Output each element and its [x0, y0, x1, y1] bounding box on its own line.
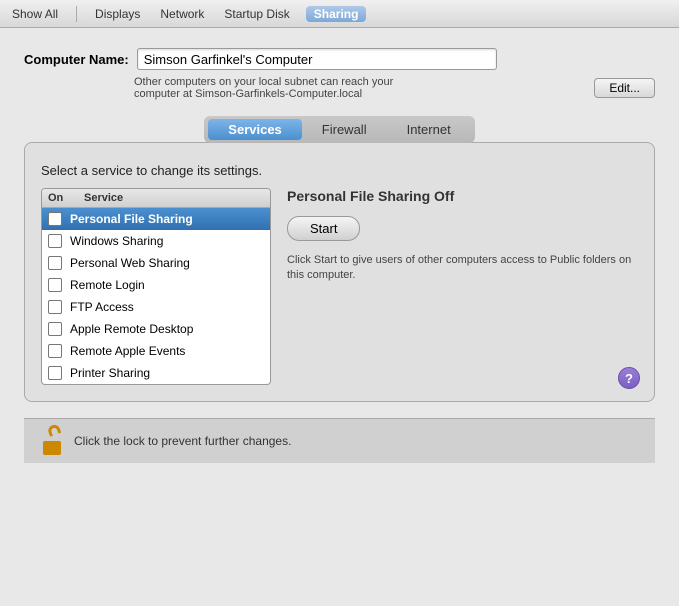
service-name-6: Remote Apple Events	[70, 344, 185, 358]
tab-bar: Services Firewall Internet	[204, 116, 474, 143]
lock-label: Click the lock to prevent further change…	[74, 434, 291, 448]
panel-instruction: Select a service to change its settings.	[41, 163, 638, 178]
edit-button[interactable]: Edit...	[594, 78, 655, 98]
services-list-container: On Service Personal File Sharing Windows…	[41, 188, 271, 385]
main-content: Computer Name: Other computers on your l…	[0, 28, 679, 606]
tab-panel-wrapper: Services Firewall Internet Select a serv…	[24, 116, 655, 402]
list-header: On Service	[42, 189, 270, 208]
start-button[interactable]: Start	[287, 216, 360, 241]
list-item[interactable]: Personal Web Sharing	[42, 252, 270, 274]
tab-internet[interactable]: Internet	[387, 119, 471, 140]
toolbar-separator-1	[76, 6, 77, 22]
list-item[interactable]: Remote Login	[42, 274, 270, 296]
list-item[interactable]: Personal File Sharing	[42, 208, 270, 230]
sharing-button[interactable]: Sharing	[306, 6, 367, 22]
service-name-4: FTP Access	[70, 300, 134, 314]
computer-name-label: Computer Name:	[24, 52, 129, 67]
tab-services[interactable]: Services	[208, 119, 302, 140]
service-checkbox-2[interactable]	[48, 256, 62, 270]
computer-name-row: Computer Name:	[24, 48, 655, 70]
displays-button[interactable]: Displays	[91, 6, 144, 22]
service-checkbox-7[interactable]	[48, 366, 62, 380]
service-name-3: Remote Login	[70, 278, 145, 292]
service-checkbox-5[interactable]	[48, 322, 62, 336]
network-button[interactable]: Network	[156, 6, 208, 22]
lock-shackle	[47, 423, 62, 437]
services-panel: Select a service to change its settings.…	[24, 142, 655, 402]
tab-firewall[interactable]: Firewall	[302, 119, 387, 140]
startup-disk-button[interactable]: Startup Disk	[220, 6, 293, 22]
service-detail-description: Click Start to give users of other compu…	[287, 253, 638, 284]
service-checkbox-1[interactable]	[48, 234, 62, 248]
list-item[interactable]: Apple Remote Desktop	[42, 318, 270, 340]
list-item[interactable]: Printer Sharing	[42, 362, 270, 384]
service-name-2: Personal Web Sharing	[70, 256, 190, 270]
list-item[interactable]: Windows Sharing	[42, 230, 270, 252]
service-checkbox-0[interactable]	[48, 212, 62, 226]
lock-body	[43, 441, 61, 455]
service-name-5: Apple Remote Desktop	[70, 322, 193, 336]
service-detail: Personal File Sharing Off Start Click St…	[287, 188, 638, 385]
list-item[interactable]: Remote Apple Events	[42, 340, 270, 362]
service-checkbox-6[interactable]	[48, 344, 62, 358]
show-all-button[interactable]: Show All	[8, 6, 62, 22]
list-item[interactable]: FTP Access	[42, 296, 270, 318]
service-status-title: Personal File Sharing Off	[287, 188, 638, 204]
help-button[interactable]: ?	[618, 367, 640, 389]
computer-name-description: Other computers on your local subnet can…	[134, 76, 584, 100]
lock-icon[interactable]	[40, 427, 64, 455]
computer-name-input[interactable]	[137, 48, 497, 70]
computer-name-desc: Other computers on your local subnet can…	[134, 76, 655, 100]
service-name-7: Printer Sharing	[70, 366, 150, 380]
list-header-service: Service	[84, 192, 264, 204]
toolbar: Show All Displays Network Startup Disk S…	[0, 0, 679, 28]
list-header-on: On	[48, 192, 84, 204]
service-checkbox-4[interactable]	[48, 300, 62, 314]
bottom-bar: Click the lock to prevent further change…	[24, 418, 655, 463]
service-name-0: Personal File Sharing	[70, 212, 193, 226]
service-checkbox-3[interactable]	[48, 278, 62, 292]
services-area: On Service Personal File Sharing Windows…	[41, 188, 638, 385]
service-name-1: Windows Sharing	[70, 234, 163, 248]
